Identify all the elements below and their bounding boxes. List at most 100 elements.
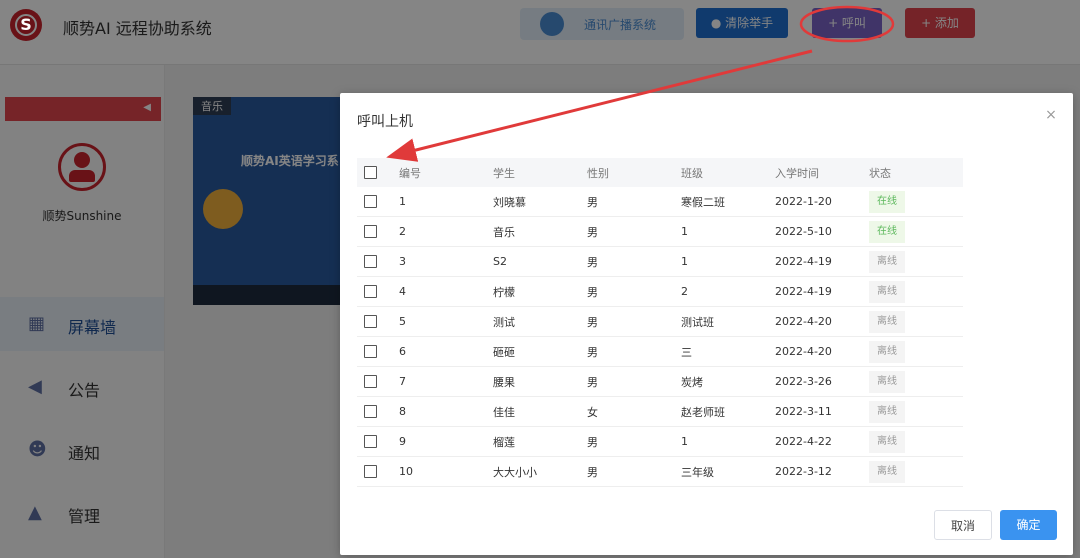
status-badge: 离线 [869, 430, 905, 453]
column-header: 编号 [399, 166, 421, 180]
cell-gender: 男 [587, 306, 681, 337]
column-header: 状态 [869, 166, 891, 180]
status-badge: 离线 [869, 400, 905, 423]
select-all-checkbox[interactable] [364, 166, 377, 180]
checkbox-cell [357, 396, 399, 427]
cell-gender: 男 [587, 426, 681, 457]
column-header: 性别 [587, 166, 609, 180]
table-row[interactable]: 1 刘晓慕男寒假二班 2022-1-20 在线 [357, 187, 963, 217]
cell-student: 测试 [493, 306, 587, 337]
call-dialog: 呼叫上机 × 编号 学生 性别 班级 入学时间 状态 1 刘晓慕男寒假二班 2022… [340, 93, 1073, 555]
cell-class: 赵老师班 [681, 396, 775, 427]
cell-gender: 男 [587, 336, 681, 367]
status-badge: 离线 [869, 460, 905, 483]
cell-gender: 男 [587, 276, 681, 307]
cell-student: 榴莲 [493, 426, 587, 457]
checkbox-cell [357, 456, 399, 487]
row-checkbox[interactable] [364, 225, 377, 239]
cell-number: 4 [399, 276, 493, 307]
cell-student: 刘晓慕 [493, 187, 587, 217]
status-cell: 离线 [869, 306, 963, 337]
table-row[interactable]: 10 大大小小男三年级 2022-3-12 离线 [357, 456, 963, 487]
cell-student: S2 [493, 246, 587, 277]
cell-enroll-date: 2022-3-26 [775, 366, 869, 397]
cell-gender: 男 [587, 456, 681, 487]
close-icon[interactable]: × [1043, 107, 1059, 123]
cell-gender: 男 [587, 246, 681, 277]
status-badge: 离线 [869, 370, 905, 393]
cell-class: 1 [681, 426, 775, 457]
table-header-row: 编号 学生 性别 班级 入学时间 状态 [357, 158, 963, 187]
cell-class: 三年级 [681, 456, 775, 487]
status-cell: 离线 [869, 246, 963, 277]
column-header: 学生 [493, 166, 515, 180]
cell-enroll-date: 2022-4-20 [775, 306, 869, 337]
checkbox-cell [357, 306, 399, 337]
cell-number: 2 [399, 216, 493, 247]
cell-class: 1 [681, 246, 775, 277]
table-row[interactable]: 3 S2 男 1 2022-4-19 离线 [357, 246, 963, 277]
app-logo: S [10, 9, 42, 41]
cell-enroll-date: 2022-4-20 [775, 336, 869, 367]
cell-gender: 男 [587, 216, 681, 247]
confirm-button[interactable]: 确定 [1000, 510, 1057, 540]
cell-enroll-date: 2022-1-20 [775, 187, 869, 217]
cell-number: 1 [399, 187, 493, 217]
table-row[interactable]: 4 柠檬男 2 2022-4-19 离线 [357, 276, 963, 307]
checkbox-cell [357, 187, 399, 217]
row-checkbox[interactable] [364, 465, 377, 479]
cell-class: 三 [681, 336, 775, 367]
row-checkbox[interactable] [364, 345, 377, 359]
cell-gender: 男 [587, 187, 681, 217]
status-badge: 在线 [869, 190, 905, 213]
table-row[interactable]: 9 榴莲男 1 2022-4-22 离线 [357, 426, 963, 457]
status-badge: 离线 [869, 250, 905, 273]
cell-number: 5 [399, 306, 493, 337]
cell-student: 佳佳 [493, 396, 587, 427]
checkbox-cell [357, 366, 399, 397]
cell-number: 8 [399, 396, 493, 427]
row-checkbox[interactable] [364, 375, 377, 389]
cell-enroll-date: 2022-4-19 [775, 276, 869, 307]
row-checkbox[interactable] [364, 405, 377, 419]
status-badge: 离线 [869, 310, 905, 333]
cell-number: 3 [399, 246, 493, 277]
table-row[interactable]: 5 测试男测试班 2022-4-20 离线 [357, 306, 963, 337]
row-checkbox[interactable] [364, 285, 377, 299]
status-cell: 在线 [869, 216, 963, 247]
cell-student: 音乐 [493, 216, 587, 247]
row-checkbox[interactable] [364, 435, 377, 449]
checkbox-cell [357, 276, 399, 307]
cell-enroll-date: 2022-4-22 [775, 426, 869, 457]
cell-enroll-date: 2022-3-12 [775, 456, 869, 487]
checkbox-cell [357, 426, 399, 457]
cell-class: 测试班 [681, 306, 775, 337]
status-cell: 离线 [869, 396, 963, 427]
cell-gender: 女 [587, 396, 681, 427]
status-cell: 离线 [869, 456, 963, 487]
student-table: 编号 学生 性别 班级 入学时间 状态 1 刘晓慕男寒假二班 2022-1-20 在线… [357, 158, 963, 487]
row-checkbox[interactable] [364, 315, 377, 329]
table-row[interactable]: 2 音乐男 1 2022-5-10 在线 [357, 216, 963, 247]
column-header: 班级 [681, 166, 703, 180]
cell-number: 6 [399, 336, 493, 367]
row-checkbox[interactable] [364, 255, 377, 269]
cell-student: 腰果 [493, 366, 587, 397]
status-badge: 离线 [869, 340, 905, 363]
table-row[interactable]: 6 砸砸男三 2022-4-20 离线 [357, 336, 963, 367]
table-row[interactable]: 7 腰果男炭烤 2022-3-26 离线 [357, 366, 963, 397]
cell-student: 大大小小 [493, 456, 587, 487]
row-checkbox[interactable] [364, 195, 377, 209]
cancel-button[interactable]: 取消 [934, 510, 992, 540]
cell-class: 炭烤 [681, 366, 775, 397]
status-cell: 离线 [869, 276, 963, 307]
dialog-title: 呼叫上机 [357, 114, 413, 130]
status-badge: 在线 [869, 220, 905, 243]
checkbox-cell [357, 336, 399, 367]
checkbox-cell [357, 246, 399, 277]
cell-student: 砸砸 [493, 336, 587, 367]
cell-number: 7 [399, 366, 493, 397]
table-row[interactable]: 8 佳佳女赵老师班 2022-3-11 离线 [357, 396, 963, 427]
cell-enroll-date: 2022-3-11 [775, 396, 869, 427]
cell-gender: 男 [587, 366, 681, 397]
